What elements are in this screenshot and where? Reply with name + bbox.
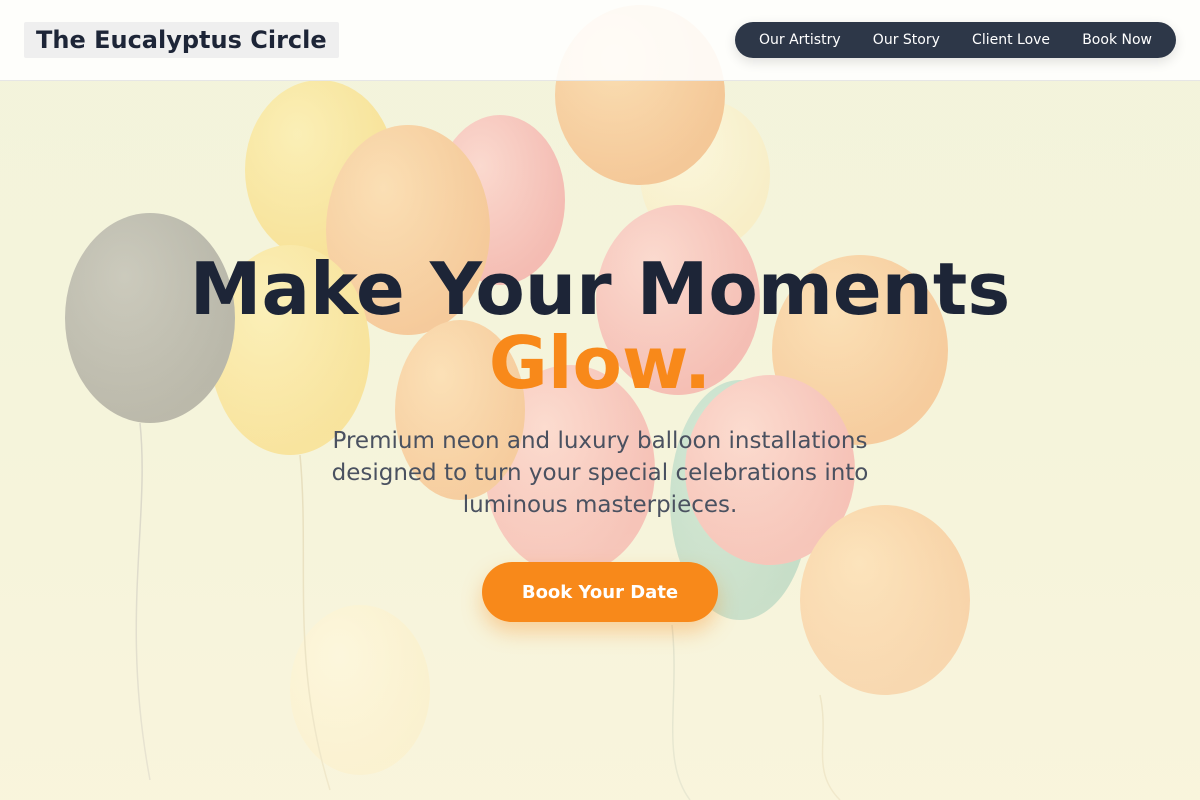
nav-link-book-now[interactable]: Book Now [1082,32,1152,48]
page: The Eucalyptus Circle Our Artistry Our S… [0,0,1200,800]
nav-link-our-artistry[interactable]: Our Artistry [759,32,841,48]
main-nav: Our Artistry Our Story Client Love Book … [735,22,1176,58]
site-header: The Eucalyptus Circle Our Artistry Our S… [0,0,1200,81]
book-your-date-button[interactable]: Book Your Date [482,562,718,622]
hero-title-line1: Make Your Moments [189,247,1011,331]
hero-title-highlight: Glow. [488,321,712,405]
hero-title: Make Your Moments Glow. [0,252,1200,400]
nav-link-client-love[interactable]: Client Love [972,32,1050,48]
brand-logo[interactable]: The Eucalyptus Circle [24,22,339,58]
hero-subtitle: Premium neon and luxury balloon installa… [331,428,869,518]
nav-link-our-story[interactable]: Our Story [873,32,940,48]
